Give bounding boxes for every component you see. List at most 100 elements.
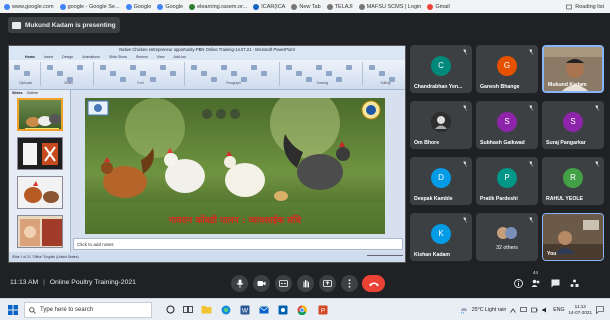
ribbon-button[interactable] (369, 65, 375, 70)
windows-start-icon[interactable] (8, 305, 18, 315)
bookmark-item[interactable]: ICAR(ICA (253, 3, 285, 10)
notifications-icon[interactable] (596, 306, 604, 314)
bookmark-item[interactable]: www.google.com (4, 3, 54, 10)
bookmark-item[interactable]: New Tab (291, 3, 321, 10)
end-call-button[interactable] (362, 275, 385, 292)
mail-icon[interactable] (257, 303, 270, 316)
participant-tile[interactable]: S Subhash Gaikwad (476, 101, 538, 149)
edge-icon[interactable] (219, 303, 232, 316)
pane-tab[interactable]: Slides (12, 90, 23, 97)
people-button[interactable]: 44 (530, 270, 542, 289)
mic-muted-icon (463, 161, 467, 167)
participant-tile[interactable]: C Chandrabhan Yen... (410, 45, 472, 93)
participant-tile[interactable]: 32 others (476, 213, 538, 261)
ribbon-button[interactable] (170, 71, 176, 76)
ribbon-button[interactable] (221, 65, 227, 70)
present-button[interactable] (319, 275, 336, 292)
participant-tile[interactable]: P Pratik Pardeshi (476, 157, 538, 205)
participant-tile[interactable]: Om Bhore (410, 101, 472, 149)
ribbon-button[interactable] (140, 71, 146, 76)
participant-tile[interactable]: You (542, 213, 604, 261)
participant-name: Ganesh Bhange (480, 84, 520, 90)
ribbon-button[interactable] (47, 65, 53, 70)
participant-tile[interactable]: K Kishan Kadam (410, 213, 472, 261)
cortana-icon[interactable] (164, 303, 177, 316)
participant-tile[interactable]: S Suraj Pangarkar (542, 101, 604, 149)
mic-muted-icon (595, 105, 599, 111)
ribbon-button[interactable] (346, 65, 352, 70)
ribbon-button[interactable] (160, 65, 166, 70)
pane-tab[interactable]: Outline (27, 90, 38, 97)
current-slide[interactable]: गावरान कोंबडी पालन : व्यावसाईक संधि (85, 98, 385, 234)
camera-button[interactable] (253, 275, 270, 292)
ribbon-button[interactable] (316, 65, 322, 70)
ribbon-button[interactable] (191, 65, 197, 70)
task-view-icon[interactable] (181, 303, 194, 316)
page-icon (291, 3, 298, 10)
language-indicator[interactable]: ENG (553, 307, 564, 313)
battery-icon[interactable] (531, 307, 538, 313)
end-call-icon (368, 282, 379, 286)
slide-thumbnail[interactable] (17, 137, 63, 170)
raise-hand-button[interactable] (297, 275, 314, 292)
bookmark-item[interactable]: elearning.rasem.or... (189, 3, 247, 10)
ribbon-button[interactable] (110, 71, 116, 76)
bookmark-item[interactable]: Gmail (427, 3, 450, 10)
word-icon[interactable]: W (238, 303, 251, 316)
mic-muted-icon (595, 161, 599, 167)
volume-icon[interactable] (542, 307, 549, 313)
slide-thumbnail[interactable] (17, 215, 63, 248)
participant-avatar: R (563, 168, 583, 188)
ribbon-button[interactable] (261, 71, 267, 76)
captions-button[interactable] (275, 275, 292, 292)
bookmark-item[interactable]: MAFSU SCMS | Login (358, 3, 421, 10)
mic-button[interactable] (231, 275, 248, 292)
google-icon (427, 3, 434, 10)
reading-list-button[interactable]: Reading list (566, 4, 604, 10)
search-placeholder: Type here to search (40, 307, 94, 313)
participant-tile[interactable]: G Ganesh Bhange (476, 45, 538, 93)
ribbon-button[interactable] (201, 71, 207, 76)
participant-tile[interactable]: D Deepak Kamble (410, 157, 472, 205)
participant-name: Pratik Pardeshi (480, 196, 518, 202)
taskbar-clock[interactable]: 11:13 14-07-2021 (569, 304, 593, 316)
participant-tile[interactable]: Mukund Kadam (542, 45, 604, 93)
system-tray: 25°C Light rain ENG 11:13 14-07-2021 (459, 301, 604, 319)
ribbon-button[interactable] (286, 65, 292, 70)
ribbon-button[interactable] (251, 65, 257, 70)
participant-tile[interactable]: R RAHUL YEOLE (542, 157, 604, 205)
ribbon-button[interactable] (77, 65, 83, 70)
photos-icon[interactable] (276, 303, 289, 316)
ribbon-button[interactable] (24, 71, 30, 76)
network-icon[interactable] (520, 307, 528, 313)
meeting-info-button[interactable] (512, 277, 524, 289)
bookmark-item[interactable]: Google (125, 3, 151, 10)
participant-name: RAHUL YEOLE (546, 196, 583, 202)
ribbon-button[interactable] (379, 71, 385, 76)
bookmark-item[interactable]: google - Google Se... (59, 3, 120, 10)
ribbon-group: Drawing (283, 62, 363, 86)
file-explorer-icon[interactable] (200, 303, 213, 316)
ribbon-button[interactable] (326, 71, 332, 76)
slide-thumbnail[interactable] (17, 176, 63, 209)
chevron-up-icon[interactable] (510, 307, 517, 313)
ribbon-button[interactable] (231, 71, 237, 76)
chat-button[interactable] (549, 277, 561, 289)
slide-thumbnail[interactable] (17, 98, 63, 131)
bookmark-item[interactable]: Google (157, 3, 183, 10)
activities-button[interactable] (568, 277, 580, 289)
ribbon-button[interactable] (100, 65, 106, 70)
notes-field[interactable]: Click to add notes (73, 238, 403, 250)
presenting-indicator[interactable]: Mukund Kadam is presenting (8, 17, 120, 33)
ribbon-button[interactable] (130, 65, 136, 70)
chrome-icon[interactable] (295, 303, 308, 316)
ribbon-button[interactable] (296, 71, 302, 76)
ribbon-button[interactable] (14, 65, 20, 70)
ribbon-button[interactable] (57, 71, 63, 76)
bookmark-item[interactable]: TELAJI (326, 3, 353, 10)
more-options-button[interactable] (341, 275, 358, 292)
zoom-slider[interactable] (367, 255, 403, 259)
weather-text: 25°C Light rain (471, 307, 507, 313)
taskbar-search-input[interactable]: Type here to search (24, 302, 152, 318)
powerpoint-icon[interactable]: P (316, 303, 329, 316)
